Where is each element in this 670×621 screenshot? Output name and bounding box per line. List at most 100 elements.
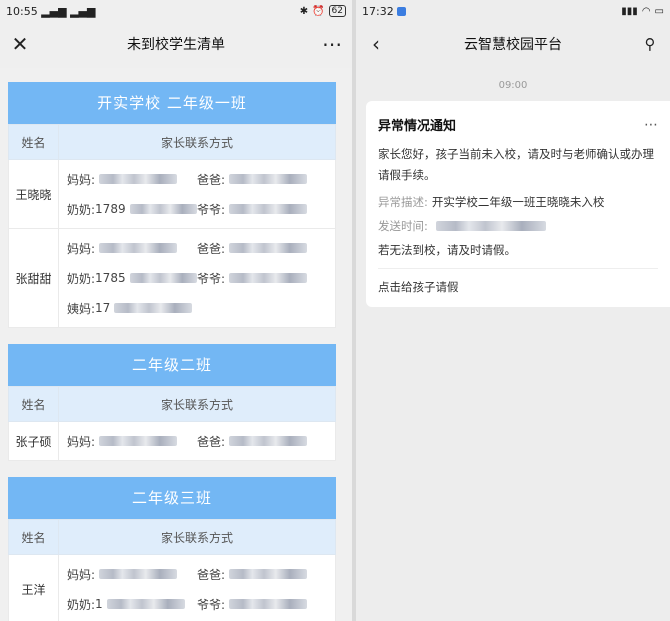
class-title: 二年级二班	[8, 344, 336, 386]
contact-row: 姨妈: 17	[67, 293, 327, 323]
class-title: 二年级三班	[8, 477, 336, 519]
left-phone-screen: 10:55 ▂▄▆ ▂▄▆ ✱ ⏰ 62 ✕ 未到校学生清单 ⋯ 开实学校 二年…	[0, 0, 352, 621]
status-time: 10:55	[6, 4, 38, 18]
contact-entry: 奶奶: 1	[67, 596, 197, 613]
student-name: 王洋	[8, 554, 59, 621]
battery-icon-right: ▭	[654, 5, 664, 17]
desc-row: 异常描述: 开实学校二年级一班王晓晓未入校	[378, 194, 658, 210]
relation-label: 爸爸:	[197, 241, 226, 256]
phone-prefix: 1	[95, 597, 103, 611]
contact-entry: 爷爷:	[197, 201, 327, 218]
relation-label: 爸爸:	[197, 567, 226, 582]
phone-prefix: 1785	[95, 271, 126, 285]
col-name: 姓名	[8, 519, 59, 555]
contact-entry: 姨妈: 17	[67, 300, 197, 317]
col-name: 姓名	[8, 124, 59, 160]
col-contact: 家长联系方式	[58, 386, 336, 422]
status-bar-right: 17:32 ▮▮▮ ◠ ▭	[356, 0, 670, 22]
phone-redacted	[129, 204, 197, 214]
relation-label: 爷爷:	[197, 597, 226, 612]
table-row: 张子硕 妈妈: 爸爸:	[8, 421, 336, 461]
right-phone-screen: 17:32 ▮▮▮ ◠ ▭ ‹ 云智慧校园平台 ⚲ 09:00 异常情况通知 ⋯…	[356, 0, 670, 621]
phone-redacted	[114, 303, 193, 313]
send-time-label: 发送时间:	[378, 219, 428, 233]
relation-label: 妈妈:	[67, 241, 96, 256]
contact-entry: 爸爸:	[197, 566, 327, 583]
card-body: 家长您好，孩子当前未入校，请及时与老师确认或办理请假手续。	[378, 147, 654, 182]
phone-redacted	[99, 569, 178, 579]
contact-row: 奶奶: 1 爷爷:	[67, 589, 327, 619]
relation-label: 爸爸:	[197, 434, 226, 449]
signal-icon: ▂▄▆ ▂▄▆	[41, 4, 96, 18]
table-row: 张甜甜 妈妈: 爸爸: 奶奶: 1785 爷爷: 姨妈: 17	[8, 228, 336, 328]
table-row: 王晓晓 妈妈: 爸爸: 奶奶: 1789 爷爷:	[8, 159, 336, 229]
contact-entry: 奶奶: 1785	[67, 270, 197, 287]
contact-entry: 妈妈:	[67, 433, 197, 450]
student-name: 张甜甜	[8, 228, 59, 328]
status-bar: 10:55 ▂▄▆ ▂▄▆ ✱ ⏰ 62	[0, 0, 352, 22]
phone-redacted	[99, 243, 178, 253]
class-title: 开实学校 二年级一班	[8, 82, 336, 124]
phone-redacted	[229, 243, 308, 253]
message-time: 09:00	[498, 80, 528, 91]
signal-icon-right: ▮▮▮	[621, 5, 638, 17]
battery-icon: 62	[328, 5, 346, 17]
contact-entry: 奶奶: 1789	[67, 201, 197, 218]
notification-card: 异常情况通知 ⋯ 家长您好，孩子当前未入校，请及时与老师确认或办理请假手续。 异…	[366, 101, 670, 307]
page-title-right: 云智慧校园平台	[464, 37, 562, 53]
alarm-icon: ⏰	[312, 5, 325, 17]
phone-prefix: 17	[95, 301, 111, 315]
student-name: 王晓晓	[8, 159, 59, 229]
user-icon[interactable]: ⚲	[638, 35, 662, 53]
student-table: 姓名 家长联系方式 张子硕 妈妈: 爸爸:	[8, 386, 336, 461]
contact-entry: 爸爸:	[197, 171, 327, 188]
contact-entry: 妈妈:	[67, 171, 197, 188]
contact-cell: 妈妈: 爸爸: 奶奶: 1789 爷爷:	[58, 159, 336, 229]
relation-label: 爷爷:	[197, 202, 226, 217]
relation-label: 奶奶:	[67, 271, 96, 286]
close-icon[interactable]: ✕	[8, 32, 32, 56]
phone-redacted	[129, 273, 197, 283]
relation-label: 爸爸:	[197, 172, 226, 187]
card-more-icon[interactable]: ⋯	[644, 117, 658, 133]
relation-label: 奶奶:	[67, 202, 96, 217]
phone-redacted	[229, 174, 308, 184]
student-table: 姓名 家长联系方式 王洋 妈妈: 爸爸: 奶奶: 1 爷爷:	[8, 519, 336, 621]
relation-label: 妈妈:	[67, 434, 96, 449]
class-section: 二年级三班 姓名 家长联系方式 王洋 妈妈: 爸爸: 奶奶: 1 爷爷:	[8, 477, 336, 621]
col-contact: 家长联系方式	[58, 519, 336, 555]
page-title: 未到校学生清单	[127, 37, 225, 53]
vibrate-icon: ✱	[299, 5, 309, 17]
back-icon[interactable]: ‹	[364, 32, 388, 56]
send-time-redacted	[435, 221, 546, 231]
phone-redacted	[229, 599, 308, 609]
card-note: 若无法到校，请及时请假。	[378, 243, 516, 257]
contact-entry: 妈妈:	[67, 566, 197, 583]
relation-label: 爷爷:	[197, 271, 226, 286]
desc-value: 开实学校二年级一班王晓晓未入校	[431, 195, 605, 209]
class-section: 开实学校 二年级一班 姓名 家长联系方式 王晓晓 妈妈: 爸爸: 奶奶: 178…	[8, 82, 336, 328]
student-name: 张子硕	[8, 421, 59, 461]
class-list: 开实学校 二年级一班 姓名 家长联系方式 王晓晓 妈妈: 爸爸: 奶奶: 178…	[0, 68, 352, 621]
phone-redacted	[229, 569, 308, 579]
phone-redacted	[106, 599, 185, 609]
contact-cell: 妈妈: 爸爸: 奶奶: 1785 爷爷: 姨妈: 17	[58, 228, 336, 328]
contact-cell: 妈妈: 爸爸: 奶奶: 1 爷爷:	[58, 554, 336, 621]
contact-entry: 爸爸:	[197, 433, 327, 450]
relation-label: 奶奶:	[67, 597, 96, 612]
contact-entry: 爷爷:	[197, 270, 327, 287]
more-icon[interactable]: ⋯	[320, 32, 344, 56]
app-notification-icon	[397, 7, 407, 16]
contact-row: 奶奶: 1785 爷爷:	[67, 263, 327, 293]
col-name: 姓名	[8, 386, 59, 422]
relation-label: 妈妈:	[67, 172, 96, 187]
send-time-row: 发送时间:	[378, 218, 658, 234]
card-title: 异常情况通知	[378, 119, 457, 134]
phone-redacted	[229, 204, 308, 214]
contact-row: 妈妈: 爸爸:	[67, 164, 327, 194]
contact-entry: 妈妈:	[67, 240, 197, 257]
phone-redacted	[99, 436, 178, 446]
leave-request-link[interactable]: 点击给孩子请假	[378, 268, 658, 307]
phone-redacted	[229, 273, 308, 283]
contact-cell: 妈妈: 爸爸:	[58, 421, 336, 461]
